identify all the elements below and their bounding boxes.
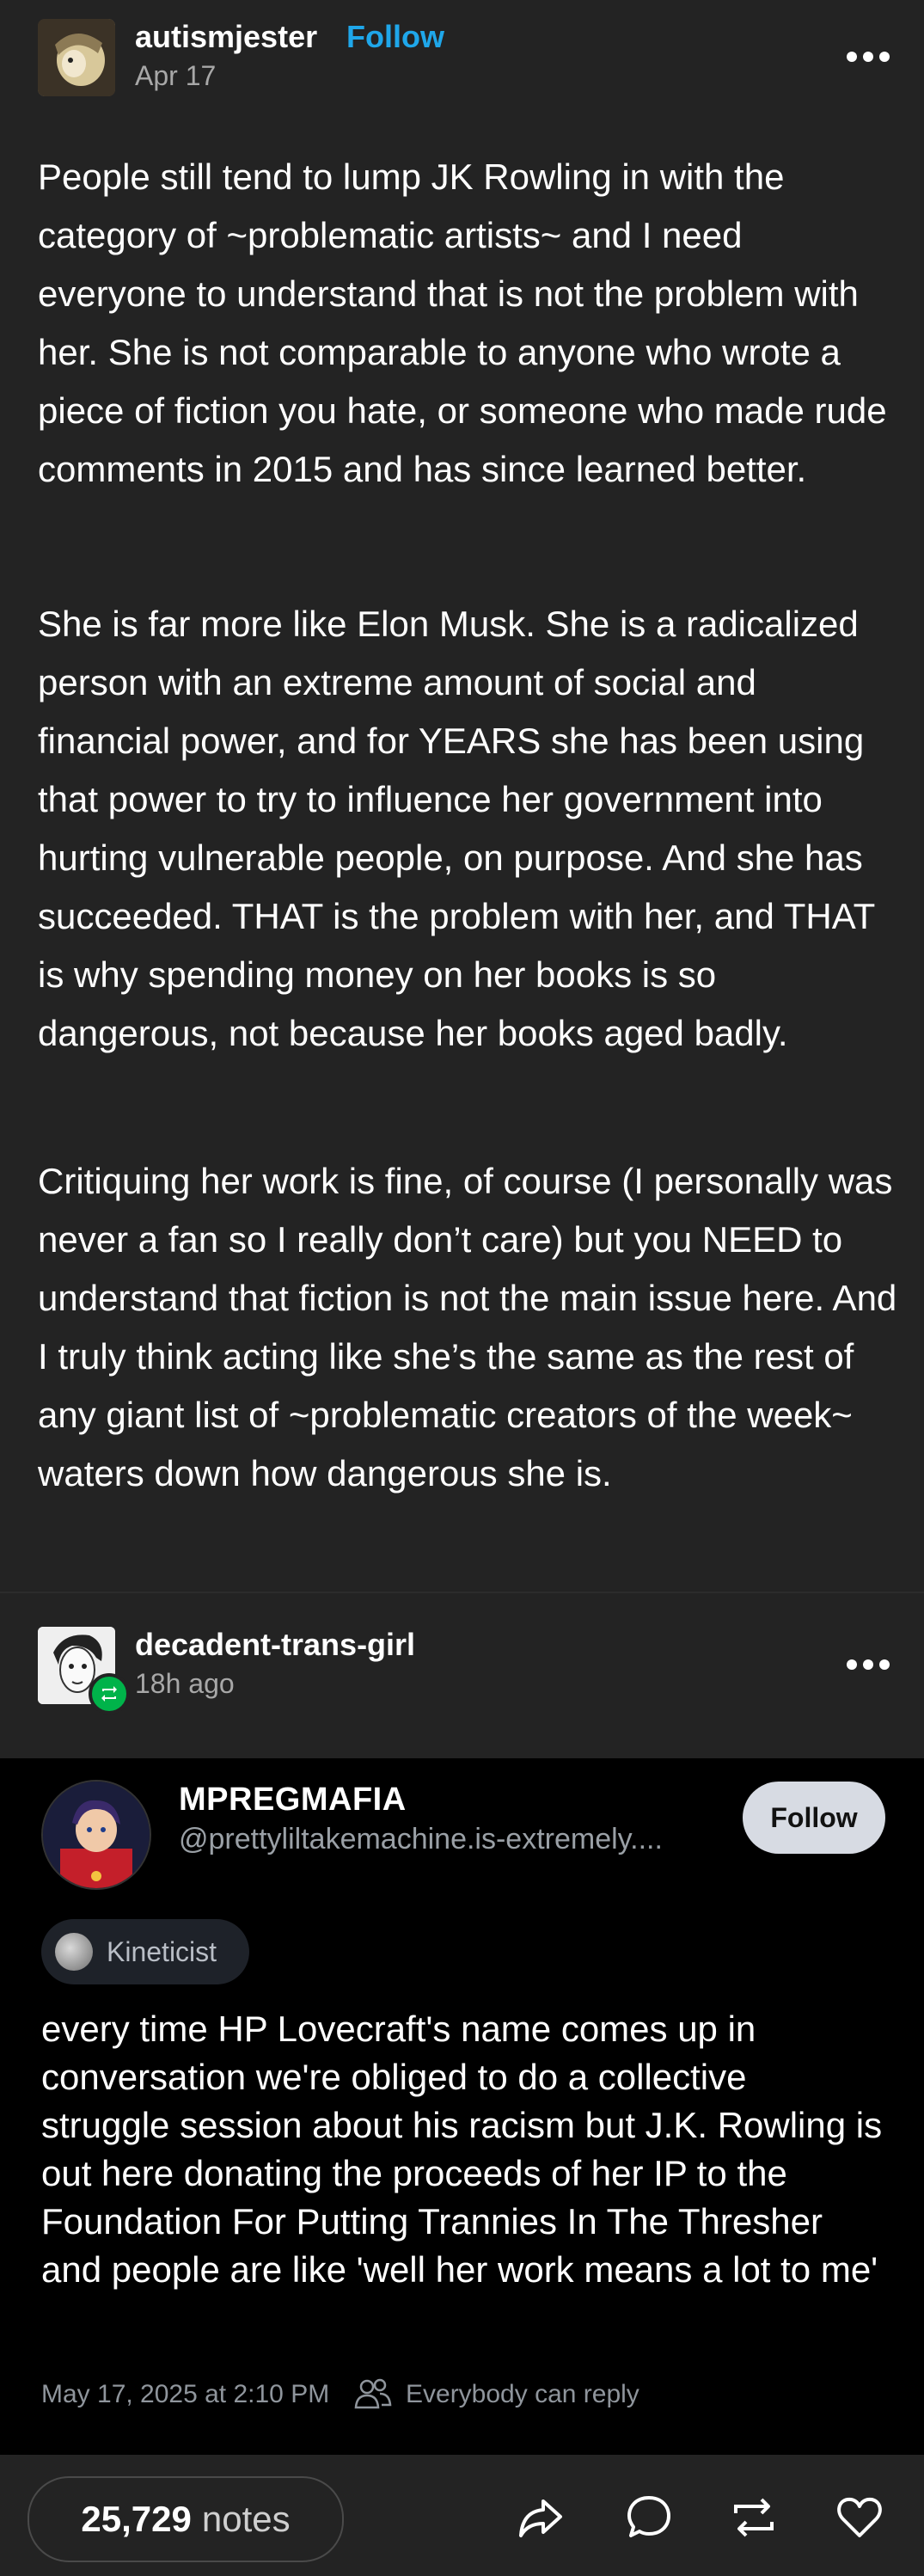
reblog-badge-icon [89,1673,130,1714]
pill-avatar [55,1933,93,1971]
reblog-icon[interactable] [729,2493,779,2542]
pill-label: Kineticist [107,1935,217,1967]
reply-setting: Everybody can reply [406,2380,639,2408]
notes-button[interactable]: 25,729 notes [28,2476,344,2562]
embed-display-name[interactable]: MPREGMAFIA [179,1782,407,1819]
author-username[interactable]: autismjester [135,19,317,55]
post-paragraph-2: She is far more like Elon Musk. She is a… [38,595,897,1063]
embed-label-pill[interactable]: Kineticist [41,1919,249,1984]
paragraph-text: People still tend to lump JK Rowling in … [38,156,887,489]
paragraph-text: She is far more like Elon Musk. She is a… [38,604,875,1053]
post-paragraph-3: Critiquing her work is fine, of course (… [38,1152,897,1503]
post-date[interactable]: Apr 17 [135,60,216,92]
author-avatar[interactable] [38,19,115,96]
people-icon [354,2377,392,2411]
embed-post-text: every time HP Lovecraft's name comes up … [41,2009,883,2290]
reply-icon[interactable] [624,2493,674,2542]
embed-timestamp: May 17, 2025 at 2:10 PM [41,2380,330,2408]
embed-avatar[interactable] [41,1780,151,1890]
share-icon[interactable] [516,2493,566,2542]
embed-handle[interactable]: @prettyliltakemachine.is-extremely.... [179,1823,712,1856]
reblogger-username[interactable]: decadent-trans-girl [135,1627,415,1663]
like-icon[interactable] [835,2493,884,2542]
reblog-time[interactable]: 18h ago [135,1668,235,1700]
embed-follow-button[interactable]: Follow [743,1782,885,1854]
divider [0,1592,924,1593]
notes-label: notes [201,2499,291,2539]
more-options-icon[interactable] [847,50,890,64]
post-paragraph-1: People still tend to lump JK Rowling in … [38,148,897,499]
more-options-icon[interactable] [847,1658,890,1671]
notes-count: 25,729 [81,2499,192,2539]
paragraph-text: Critiquing her work is fine, of course (… [38,1161,897,1493]
follow-button[interactable]: Follow [346,19,444,55]
